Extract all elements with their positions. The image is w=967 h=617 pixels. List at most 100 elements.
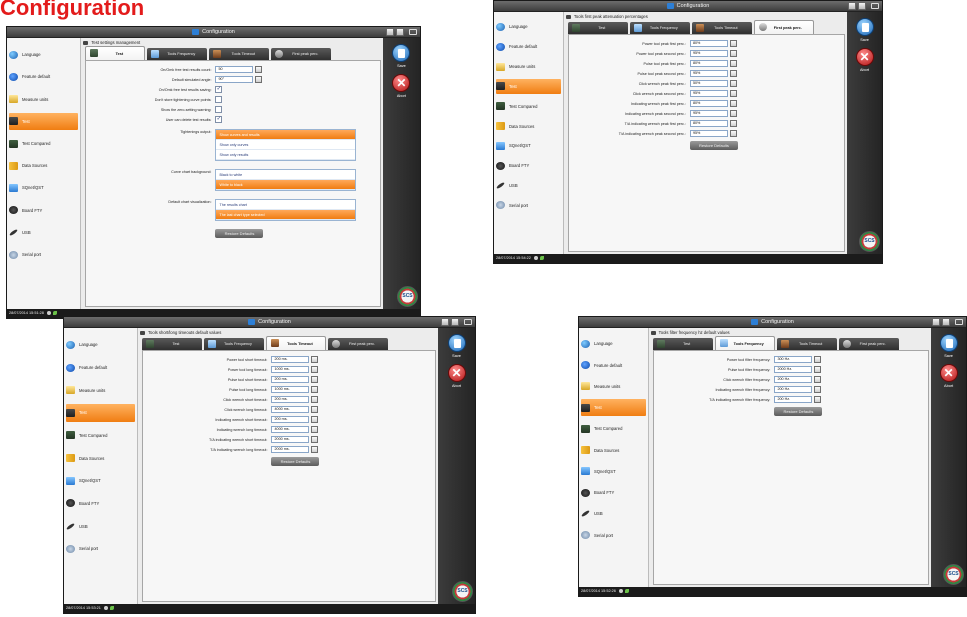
- tab-test[interactable]: Test: [141, 338, 202, 350]
- sidebar-item-language[interactable]: Language: [496, 19, 561, 34]
- sidebar-item-language[interactable]: Language: [9, 46, 78, 63]
- tab-first-peak-perc[interactable]: First peak perc.: [271, 48, 332, 60]
- spinner-icon[interactable]: [311, 446, 319, 453]
- sidebar-item-board-fty[interactable]: Board FTY: [581, 484, 646, 500]
- tab-test[interactable]: Test: [85, 46, 146, 60]
- sidebar-item-feature-default[interactable]: Feature default: [581, 357, 646, 373]
- tab-first-peak-perc[interactable]: First peak perc.: [327, 338, 388, 350]
- sidebar-item-test-compared[interactable]: Test Compared: [66, 427, 135, 444]
- abort-button[interactable]: ✕: [447, 364, 466, 382]
- tab-tools-frequency[interactable]: Tools Frequency: [203, 338, 264, 350]
- list-option[interactable]: The last chart type selected: [216, 210, 356, 220]
- setting-input[interactable]: 4000 ms.: [271, 426, 310, 433]
- setting-input[interactable]: 95%: [689, 110, 728, 117]
- edit-icon[interactable]: [848, 2, 856, 10]
- spinner-icon[interactable]: [311, 366, 319, 373]
- spinner-icon[interactable]: [311, 396, 319, 403]
- save-button[interactable]: [392, 44, 411, 62]
- spinner-icon[interactable]: [729, 70, 737, 77]
- edit-icon[interactable]: [932, 318, 940, 326]
- keyboard-icon[interactable]: [871, 3, 879, 9]
- abort-button[interactable]: ✕: [855, 48, 874, 66]
- sidebar-item-test-compared[interactable]: Test Compared: [496, 99, 561, 114]
- setting-input[interactable]: 80%: [689, 100, 728, 107]
- spinner-icon[interactable]: [814, 376, 822, 383]
- tab-tools-frequency[interactable]: Tools Frequency: [147, 48, 208, 60]
- sidebar-item-measure-units[interactable]: Measure units: [66, 382, 135, 399]
- sidebar-item-measure-units[interactable]: Measure units: [9, 91, 78, 108]
- sidebar-item-language[interactable]: Language: [581, 336, 646, 352]
- setting-input[interactable]: 95%: [689, 130, 728, 137]
- sidebar-item-language[interactable]: Language: [66, 336, 135, 353]
- restore-defaults-button[interactable]: Restore Defaults: [215, 229, 264, 238]
- tab-tools-frequency[interactable]: Tools Frequency: [714, 336, 775, 350]
- setting-input[interactable]: 95%: [689, 90, 728, 97]
- sidebar-item-board-fty[interactable]: Board FTY: [9, 202, 78, 219]
- save-button[interactable]: [855, 18, 874, 36]
- sidebar-item-data-sources[interactable]: Data Sources: [66, 449, 135, 466]
- setting-input[interactable]: 200 Hz.: [774, 386, 813, 393]
- list-option[interactable]: White to black: [216, 180, 356, 190]
- sidebar-item-test[interactable]: Test: [496, 78, 561, 95]
- spinner-icon[interactable]: [729, 90, 737, 97]
- setting-input[interactable]: 200 ms.: [271, 396, 310, 403]
- restore-defaults-button[interactable]: Restore Defaults: [774, 407, 823, 416]
- spinner-icon[interactable]: [311, 436, 319, 443]
- save-button[interactable]: [939, 334, 958, 352]
- spinner-icon[interactable]: [729, 110, 737, 117]
- keyboard-icon[interactable]: [464, 319, 472, 325]
- spinner-icon[interactable]: [311, 376, 319, 383]
- setting-input[interactable]: 200 ms.: [271, 356, 310, 363]
- sidebar-item-test[interactable]: Test: [581, 399, 646, 416]
- setting-input[interactable]: 2000 Hz.: [774, 366, 813, 373]
- spinner-icon[interactable]: [729, 80, 737, 87]
- spinner-icon[interactable]: [814, 386, 822, 393]
- setting-checkbox[interactable]: ✓: [215, 86, 223, 93]
- spinner-icon[interactable]: [814, 366, 822, 373]
- sidebar-item-test[interactable]: Test: [66, 404, 135, 422]
- spinner-icon[interactable]: [311, 386, 319, 393]
- sidebar-item-test[interactable]: Test: [9, 112, 79, 130]
- tab-tools-timeout[interactable]: Tools Timeout: [776, 338, 837, 350]
- sidebar-item-board-fty[interactable]: Board FTY: [496, 158, 561, 173]
- spinner-icon[interactable]: [311, 356, 319, 363]
- sidebar-item-feature-default[interactable]: Feature default: [496, 39, 561, 54]
- sidebar-item-measure-units[interactable]: Measure units: [496, 59, 561, 74]
- save-button[interactable]: [447, 334, 466, 352]
- spinner-icon[interactable]: [311, 426, 319, 433]
- keyboard-icon[interactable]: [409, 29, 417, 35]
- setting-input[interactable]: 80%: [689, 120, 728, 127]
- sidebar-item-data-sources[interactable]: Data Sources: [581, 442, 646, 458]
- abort-button[interactable]: ✕: [392, 74, 411, 92]
- tab-tools-timeout[interactable]: Tools Timeout: [265, 336, 326, 350]
- sidebar-item-usb[interactable]: USB: [581, 506, 646, 522]
- sidebar-item-data-sources[interactable]: Data Sources: [496, 118, 561, 133]
- setting-input[interactable]: 200 ms.: [271, 376, 310, 383]
- tab-tools-timeout[interactable]: Tools Timeout: [209, 48, 270, 60]
- sidebar-item-serial-port[interactable]: Serial port: [66, 540, 135, 557]
- sidebar-item-serial-port[interactable]: Serial port: [496, 198, 561, 213]
- spinner-icon[interactable]: [729, 100, 737, 107]
- setting-input[interactable]: 200 Hz.: [774, 396, 813, 403]
- setting-input[interactable]: 4000 ms.: [271, 406, 310, 413]
- spinner-icon[interactable]: [311, 416, 319, 423]
- setting-input[interactable]: 1000 ms.: [271, 386, 310, 393]
- sidebar-item-feature-default[interactable]: Feature default: [66, 359, 135, 376]
- spinner-icon[interactable]: [255, 76, 263, 83]
- sidebar-item-sqnet-qst[interactable]: SQnet/QST: [9, 179, 78, 196]
- sidebar-item-serial-port[interactable]: Serial port: [9, 246, 78, 263]
- minimize-icon[interactable]: [396, 28, 404, 36]
- setting-input[interactable]: 2000 ms.: [271, 436, 310, 443]
- sidebar-item-sqnet-qst[interactable]: SQnet/QST: [66, 472, 135, 489]
- minimize-icon[interactable]: [942, 318, 950, 326]
- setting-input[interactable]: 1000 ms.: [271, 366, 310, 373]
- spinner-icon[interactable]: [311, 406, 319, 413]
- list-option[interactable]: Show only results: [216, 150, 356, 160]
- edit-icon[interactable]: [386, 28, 394, 36]
- edit-icon[interactable]: [441, 318, 449, 326]
- spinner-icon[interactable]: [729, 50, 737, 57]
- setting-input[interactable]: 300 Hz.: [774, 356, 813, 363]
- setting-input[interactable]: 95%: [689, 50, 728, 57]
- tab-test[interactable]: Test: [567, 22, 628, 34]
- list-option[interactable]: Black to white: [216, 170, 356, 180]
